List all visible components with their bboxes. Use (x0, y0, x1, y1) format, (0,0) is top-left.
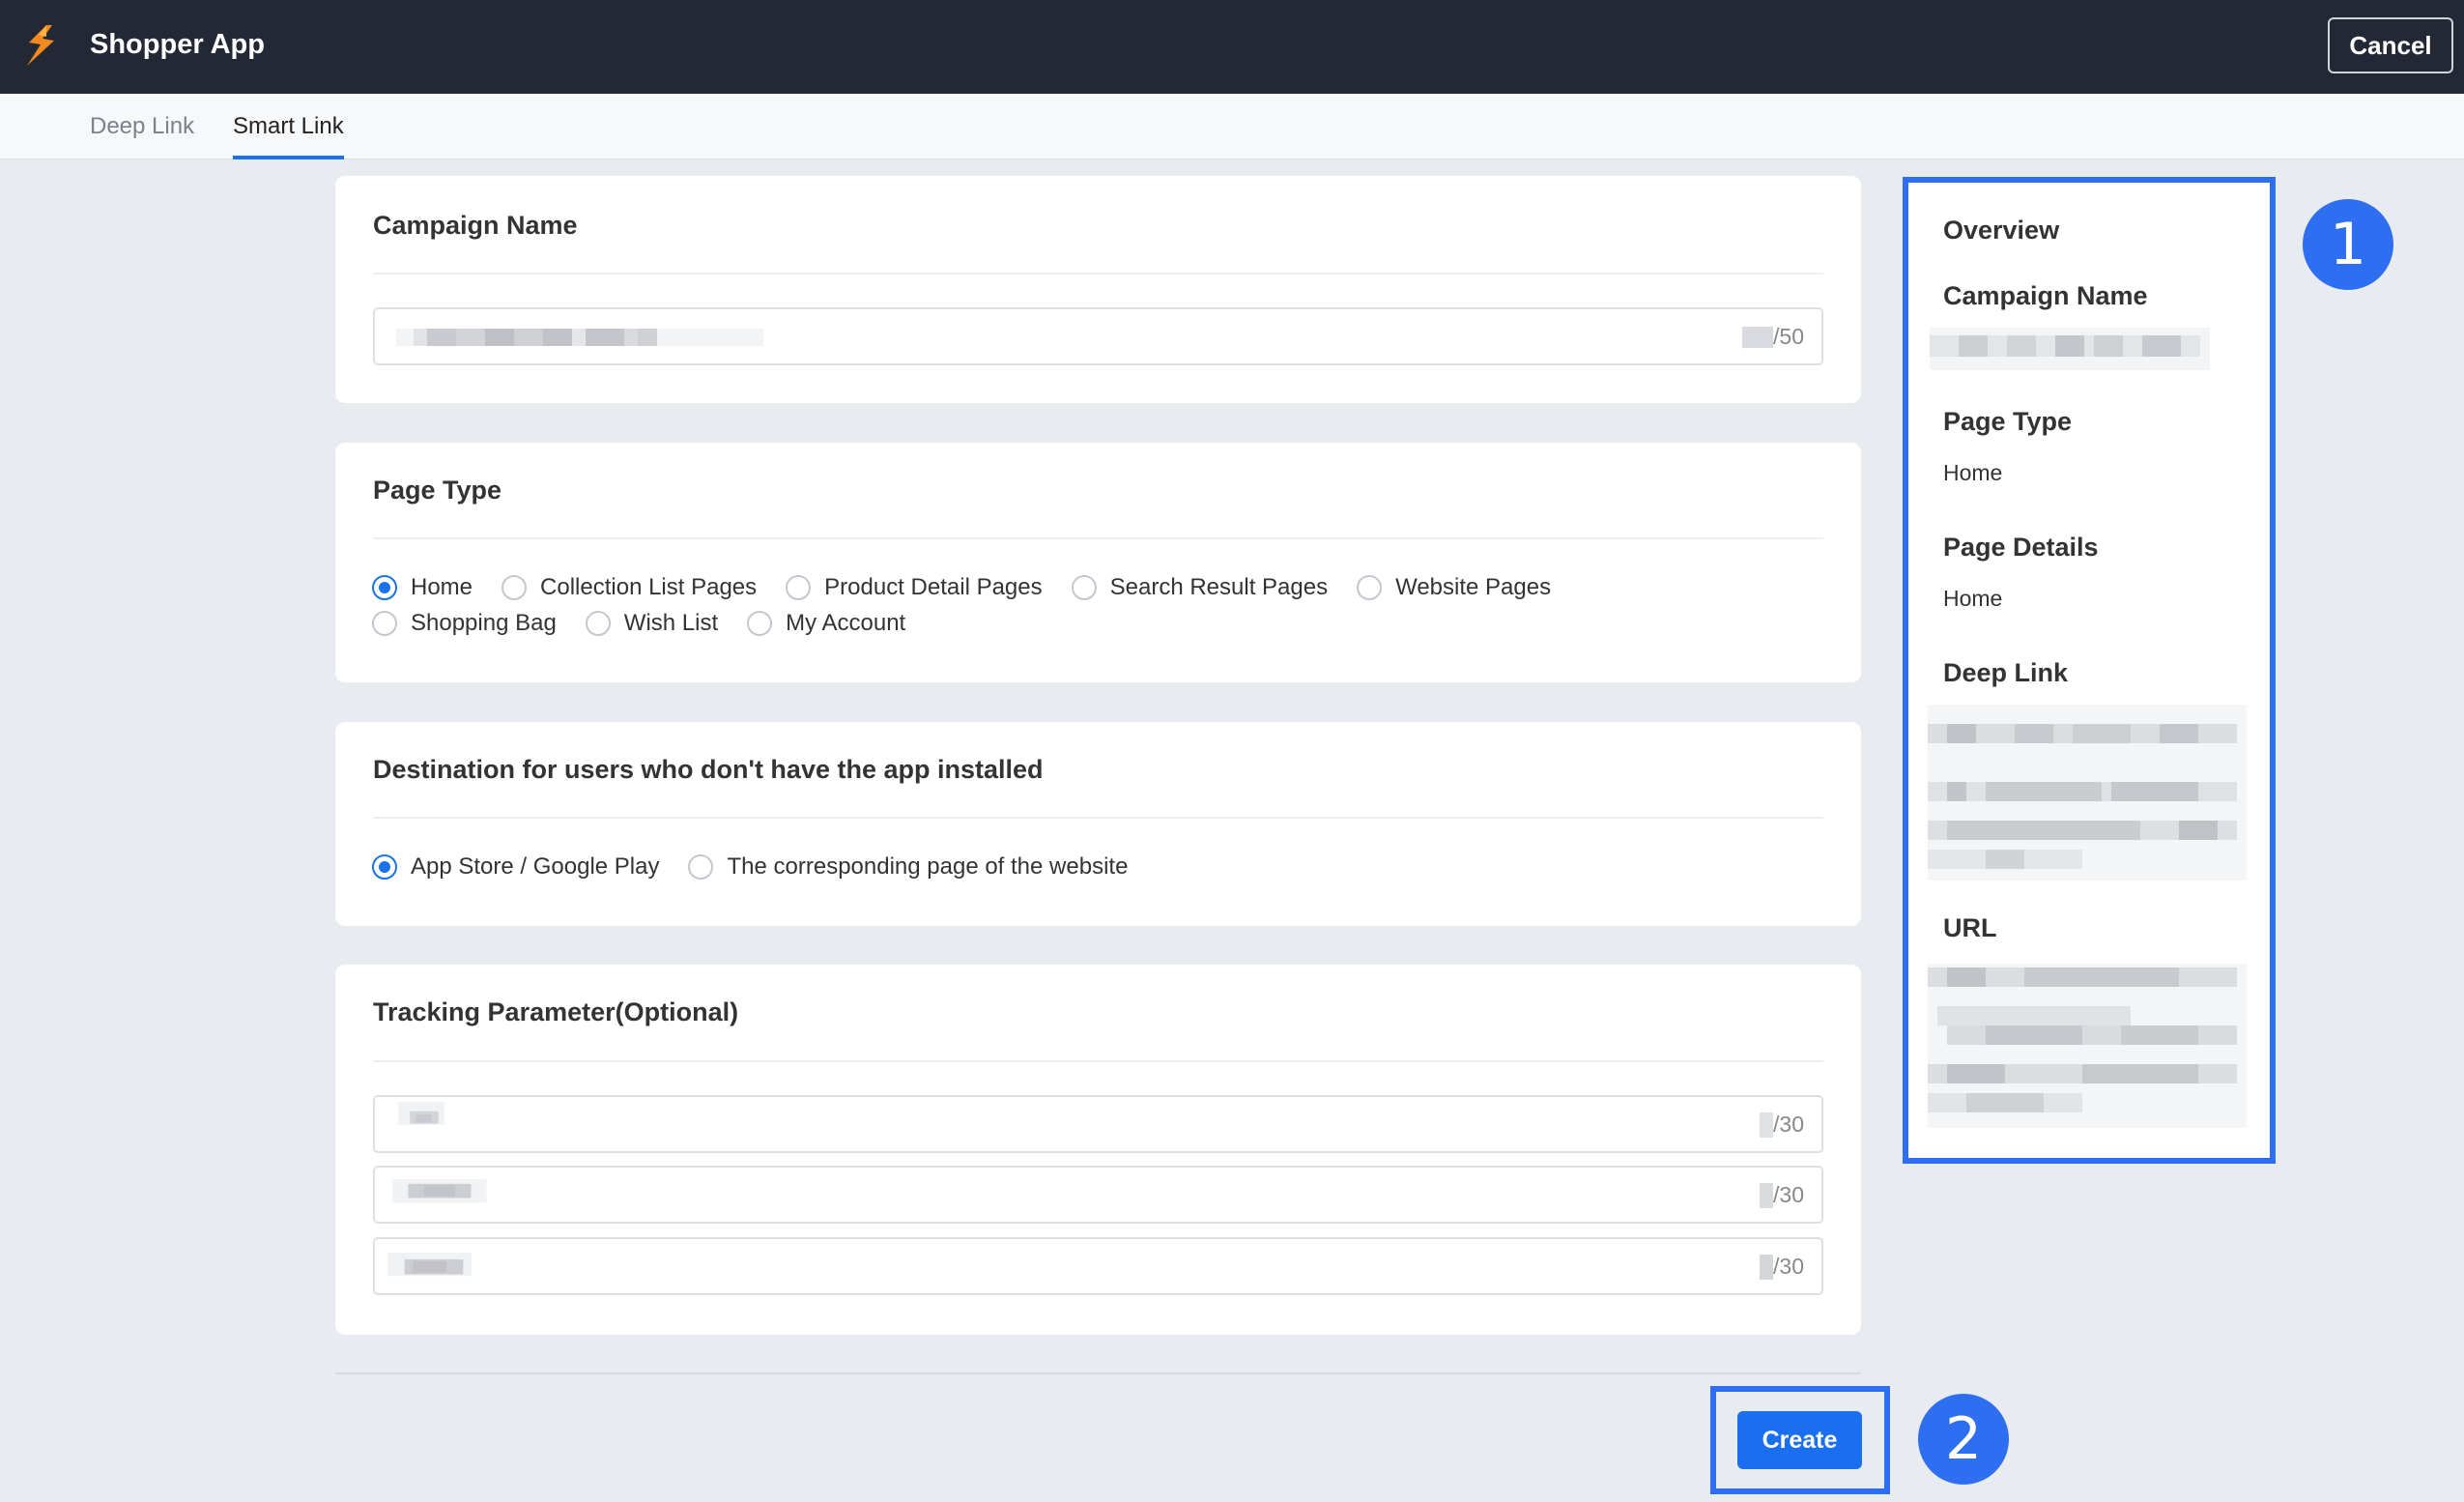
radio-unchecked-icon (1071, 575, 1097, 600)
radio-unchecked-icon (786, 575, 812, 600)
blurred-count (1760, 1112, 1774, 1138)
overview-url-label: URL (1943, 913, 1997, 942)
radio-unchecked-icon (501, 575, 528, 600)
blurred-count (1742, 326, 1774, 348)
radio-home[interactable]: Home (372, 574, 473, 601)
bottom-divider (335, 1372, 1861, 1374)
radio-website-pages[interactable]: Website Pages (1357, 574, 1551, 601)
campaign-name-title: Campaign Name (373, 211, 578, 240)
radio-label: App Store / Google Play (411, 853, 660, 880)
blurred-campaign-name (1930, 328, 2210, 370)
divider (373, 1060, 1823, 1062)
radio-label: Product Detail Pages (824, 574, 1043, 600)
radio-shopping-bag[interactable]: Shopping Bag (372, 610, 557, 637)
cancel-button[interactable]: Cancel (2328, 17, 2453, 73)
overview-page-type-label: Page Type (1943, 407, 2073, 436)
tracking-input-1[interactable]: /30 (373, 1095, 1823, 1153)
counter-suffix: /30 (1773, 1254, 1804, 1279)
blurred-value (387, 1253, 472, 1277)
character-counter: /30 (1760, 1254, 1804, 1280)
tracking-input-3[interactable]: /30 (373, 1237, 1823, 1295)
campaign-name-card: Campaign Name /50 (335, 176, 1861, 403)
blurred-value (398, 1102, 444, 1125)
radio-label: The corresponding page of the website (727, 853, 1129, 880)
page-type-card: Page Type Home Collection List Pages Pro… (335, 443, 1861, 682)
page-type-radio-row-1: Home Collection List Pages Product Detai… (372, 574, 1580, 601)
radio-label: Wish List (623, 610, 719, 636)
radio-wish-list[interactable]: Wish List (585, 610, 719, 637)
radio-label: Home (411, 574, 473, 600)
page-type-title: Page Type (373, 476, 502, 505)
blurred-count (1760, 1182, 1774, 1208)
blurred-value (396, 329, 763, 346)
radio-checked-icon (372, 854, 397, 880)
destination-title: Destination for users who don't have the… (373, 755, 1044, 784)
counter-suffix: /30 (1773, 1112, 1804, 1137)
overview-panel: Overview Campaign Name Page Type Home Pa… (1903, 177, 2276, 1164)
divider (373, 537, 1823, 539)
tab-deep-link[interactable]: Deep Link (90, 113, 194, 159)
radio-unchecked-icon (585, 611, 611, 636)
blurred-url (1928, 964, 2247, 1128)
radio-unchecked-icon (372, 611, 397, 636)
blurred-count (1760, 1254, 1774, 1280)
radio-label: Search Result Pages (1109, 574, 1329, 600)
tracking-parameter-title: Tracking Parameter(Optional) (373, 997, 739, 1026)
radio-collection-list-pages[interactable]: Collection List Pages (501, 574, 757, 601)
tab-bar: Deep Link Smart Link (0, 94, 2464, 159)
app-title: Shopper App (90, 29, 265, 60)
radio-label: Collection List Pages (540, 574, 758, 600)
radio-product-detail-pages[interactable]: Product Detail Pages (786, 574, 1043, 601)
tracking-parameter-card: Tracking Parameter(Optional) /30 /30 /30 (335, 965, 1861, 1335)
overview-page-details-value: Home (1943, 586, 2003, 611)
radio-search-result-pages[interactable]: Search Result Pages (1071, 574, 1329, 601)
radio-label: Website Pages (1395, 574, 1552, 600)
radio-label: Shopping Bag (411, 610, 557, 636)
character-counter: /30 (1760, 1182, 1804, 1208)
radio-checked-icon (372, 575, 397, 600)
create-button[interactable]: Create (1737, 1411, 1862, 1469)
annotation-badge-1: 1 (2303, 199, 2393, 290)
tracking-input-2[interactable]: /30 (373, 1166, 1823, 1224)
overview-page-type-value: Home (1943, 460, 2003, 485)
character-counter: /30 (1760, 1112, 1804, 1138)
top-bar: Shopper App Cancel (0, 0, 2464, 94)
page-type-radio-row-2: Shopping Bag Wish List My Account (372, 610, 934, 637)
tab-smart-link[interactable]: Smart Link (233, 113, 344, 159)
blurred-deep-link (1928, 705, 2247, 881)
divider (373, 817, 1823, 819)
overview-campaign-label: Campaign Name (1943, 281, 2148, 310)
blurred-value (392, 1179, 487, 1203)
radio-unchecked-icon (1357, 575, 1383, 600)
annotation-badge-2: 2 (1918, 1394, 2009, 1485)
radio-label: My Account (786, 610, 906, 636)
campaign-name-input[interactable]: /50 (373, 307, 1823, 365)
radio-unchecked-icon (688, 854, 714, 880)
character-counter: /50 (1742, 324, 1804, 350)
counter-suffix: /30 (1773, 1182, 1804, 1207)
radio-my-account[interactable]: My Account (747, 610, 905, 637)
radio-app-store-google-play[interactable]: App Store / Google Play (372, 853, 659, 881)
overview-page-details-label: Page Details (1943, 533, 2099, 562)
divider (373, 273, 1823, 274)
radio-unchecked-icon (747, 611, 773, 636)
overview-deep-link-label: Deep Link (1943, 658, 2069, 687)
shopper-logo-icon (27, 25, 54, 66)
overview-title: Overview (1943, 216, 2060, 245)
destination-radio-row: App Store / Google Play The correspondin… (372, 853, 1157, 881)
destination-card: Destination for users who don't have the… (335, 722, 1861, 926)
counter-suffix: /50 (1773, 324, 1804, 349)
radio-website-page[interactable]: The corresponding page of the website (688, 853, 1128, 881)
